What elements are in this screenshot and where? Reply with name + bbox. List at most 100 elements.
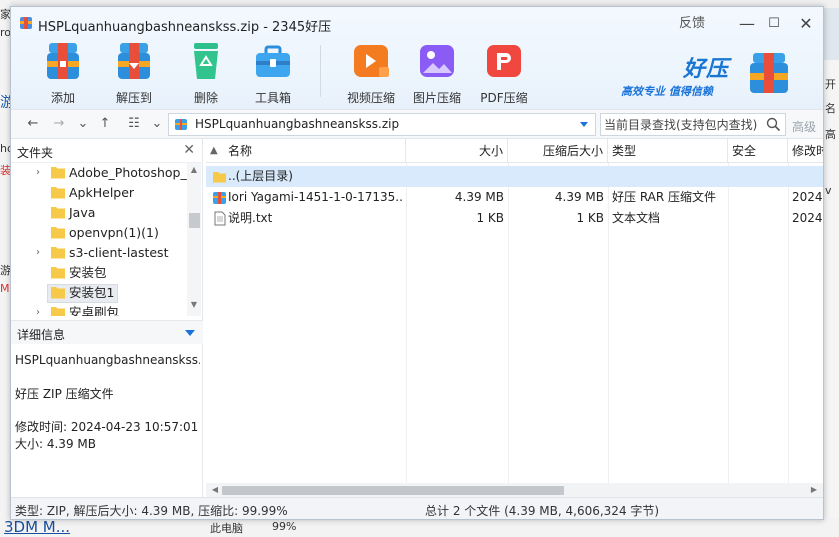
details-type: 好压 ZIP 压缩文件 bbox=[15, 387, 114, 401]
folder-icon bbox=[51, 187, 65, 199]
status-bar: 类型: ZIP, 解压后大小: 4.39 MB, 压缩比: 99.99% 总计 … bbox=[11, 497, 823, 519]
tree-item[interactable]: ApkHelper bbox=[11, 183, 187, 203]
details-size: 大小: 4.39 MB bbox=[15, 437, 96, 451]
scroll-down-icon[interactable]: ▼ bbox=[187, 300, 201, 314]
desktop-text-fragment: 名 bbox=[825, 102, 836, 115]
folder-icon bbox=[51, 307, 65, 316]
column-modified[interactable]: 修改时 bbox=[788, 139, 823, 163]
tree-item-label: 安卓刷包 bbox=[69, 305, 120, 316]
maximize-button[interactable]: ☐ bbox=[764, 13, 784, 35]
image-compress-button[interactable]: 图片压缩 bbox=[407, 39, 467, 106]
tool-label: 视频压缩 bbox=[346, 91, 395, 105]
advanced-search-link[interactable]: 高级 bbox=[792, 118, 816, 135]
file-packed-size: 4.39 MB bbox=[554, 190, 604, 204]
view-mode-dropdown[interactable]: ⌄ bbox=[149, 116, 165, 132]
expand-chevron-icon[interactable]: › bbox=[36, 163, 40, 183]
video-compress-button[interactable]: 视频压缩 bbox=[341, 39, 401, 106]
scroll-up-icon[interactable]: ▲ bbox=[187, 165, 201, 179]
folder-pane: 文件夹 ✕ › Adobe_Photoshop_ ApkHelper Java open… bbox=[11, 139, 203, 497]
tree-item-label: 安装包1 bbox=[69, 285, 115, 300]
path-field[interactable]: HSPLquanhuangbashneanskss.zip bbox=[168, 113, 596, 136]
search-field[interactable] bbox=[600, 113, 786, 136]
desktop-left-strip: 家 ro 游 ho 装 游 M bbox=[0, 0, 14, 537]
column-security[interactable]: 安全 bbox=[728, 139, 788, 163]
folder-pane-close-button[interactable]: ✕ bbox=[183, 142, 195, 158]
chevron-down-icon[interactable] bbox=[579, 119, 589, 129]
toolbox-button[interactable]: 工具箱 bbox=[243, 39, 303, 106]
tool-label: 解压到 bbox=[115, 91, 152, 105]
column-type[interactable]: 类型 bbox=[608, 139, 728, 163]
folder-pane-title: 文件夹 bbox=[17, 146, 54, 160]
file-name: 说明.txt bbox=[228, 211, 273, 225]
add-button[interactable]: 添加 bbox=[33, 39, 93, 106]
column-packed-size[interactable]: 压缩后大小 bbox=[508, 139, 608, 163]
titlebar: HSPLquanhuangbashneanskss.zip - 2345好压 反… bbox=[11, 7, 823, 109]
tree-item-label: ApkHelper bbox=[69, 185, 135, 200]
scroll-left-icon[interactable]: ◀ bbox=[208, 483, 222, 497]
tree-item[interactable]: Java bbox=[11, 203, 187, 223]
tree-item[interactable]: › Adobe_Photoshop_ bbox=[11, 163, 187, 183]
delete-button[interactable]: 删除 bbox=[176, 39, 236, 106]
tool-label: PDF压缩 bbox=[480, 91, 528, 105]
back-button[interactable]: ← bbox=[25, 116, 41, 132]
file-row-parent[interactable]: ..(上层目录) bbox=[206, 166, 823, 187]
search-icon[interactable] bbox=[766, 117, 781, 132]
minimize-button[interactable]: — bbox=[737, 13, 757, 35]
file-row[interactable]: 说明.txt 1 KB 1 KB 文本文档 2024- bbox=[206, 208, 823, 229]
tree-item-label: openvpn(1)(1) bbox=[69, 225, 159, 240]
video-compress-icon bbox=[354, 45, 389, 77]
up-level-button[interactable]: ↑ bbox=[97, 116, 113, 132]
file-type: 文本文档 bbox=[612, 211, 661, 225]
desktop-text-fragment: 开 bbox=[825, 78, 836, 91]
expand-chevron-icon[interactable]: › bbox=[36, 243, 40, 263]
scroll-thumb[interactable] bbox=[189, 213, 200, 228]
tree-item[interactable]: 安装包1 bbox=[11, 283, 187, 303]
chevron-down-icon[interactable] bbox=[185, 330, 195, 337]
tree-item[interactable]: 安装包 bbox=[11, 263, 187, 283]
horizontal-scrollbar[interactable]: ◀ ▶ bbox=[206, 483, 823, 497]
column-name[interactable]: 名称 bbox=[206, 139, 406, 163]
details-body: HSPLquanhuangbashneanskss.z 好压 ZIP 压缩文件 … bbox=[15, 353, 200, 452]
tool-label: 工具箱 bbox=[254, 91, 291, 105]
desktop-link[interactable]: 3DM M... bbox=[4, 518, 70, 536]
status-archive-info: 类型: ZIP, 解压后大小: 4.39 MB, 压缩比: 99.99% bbox=[15, 504, 288, 518]
folder-icon bbox=[51, 227, 65, 239]
details-header[interactable]: 详细信息 bbox=[11, 320, 203, 344]
folder-tree: › Adobe_Photoshop_ ApkHelper Java openvpn(1)… bbox=[11, 163, 187, 316]
tree-item-label: Adobe_Photoshop_ bbox=[69, 165, 187, 180]
view-mode-button[interactable]: ☷ bbox=[126, 116, 142, 132]
folder-icon bbox=[51, 207, 65, 219]
folder-icon bbox=[51, 267, 65, 279]
feedback-button[interactable]: 反馈 bbox=[677, 13, 707, 35]
tool-label: 添加 bbox=[50, 91, 75, 105]
address-bar: ← → ⌄ ↑ ☷ ⌄ HSPLquanhuangbashneanskss.zi… bbox=[11, 109, 823, 139]
folder-tree-scrollbar[interactable]: ▲ ▼ bbox=[187, 163, 201, 316]
scroll-thumb[interactable] bbox=[222, 486, 564, 495]
recycle-bin-icon bbox=[194, 43, 218, 79]
tree-item[interactable]: › s3-client-lastest bbox=[11, 243, 187, 263]
column-size[interactable]: 大小 bbox=[406, 139, 508, 163]
tree-item-label: 安装包 bbox=[69, 265, 107, 280]
extract-to-button[interactable]: 解压到 bbox=[104, 39, 164, 106]
close-button[interactable]: ✕ bbox=[796, 13, 816, 35]
folder-icon bbox=[51, 287, 65, 299]
folder-icon bbox=[51, 247, 65, 259]
scroll-right-icon[interactable]: ▶ bbox=[807, 483, 821, 497]
desktop-text-fragment: v bbox=[825, 184, 832, 197]
file-size: 1 KB bbox=[476, 211, 504, 225]
desktop-bottom-strip: 3DM M... 99% 此电脑 bbox=[0, 518, 839, 537]
tree-item-label: s3-client-lastest bbox=[69, 245, 169, 260]
expand-chevron-icon[interactable]: › bbox=[36, 303, 40, 316]
text-file-icon bbox=[214, 211, 226, 226]
tree-item[interactable]: openvpn(1)(1) bbox=[11, 223, 187, 243]
file-size: 4.39 MB bbox=[454, 190, 504, 204]
tree-item[interactable]: › 安卓刷包 bbox=[11, 303, 187, 316]
brand-logo-icon bbox=[750, 53, 788, 93]
forward-button[interactable]: → bbox=[51, 116, 67, 132]
folder-up-icon bbox=[213, 172, 226, 183]
search-input[interactable] bbox=[604, 116, 764, 133]
details-modified: 修改时间: 2024-04-23 10:57:01 bbox=[15, 420, 199, 434]
history-dropdown[interactable]: ⌄ bbox=[75, 116, 91, 132]
file-row[interactable]: Iori Yagami-1451-1-0-17135... 4.39 MB 4.… bbox=[206, 187, 823, 208]
pdf-compress-button[interactable]: PDF压缩 bbox=[474, 39, 534, 106]
